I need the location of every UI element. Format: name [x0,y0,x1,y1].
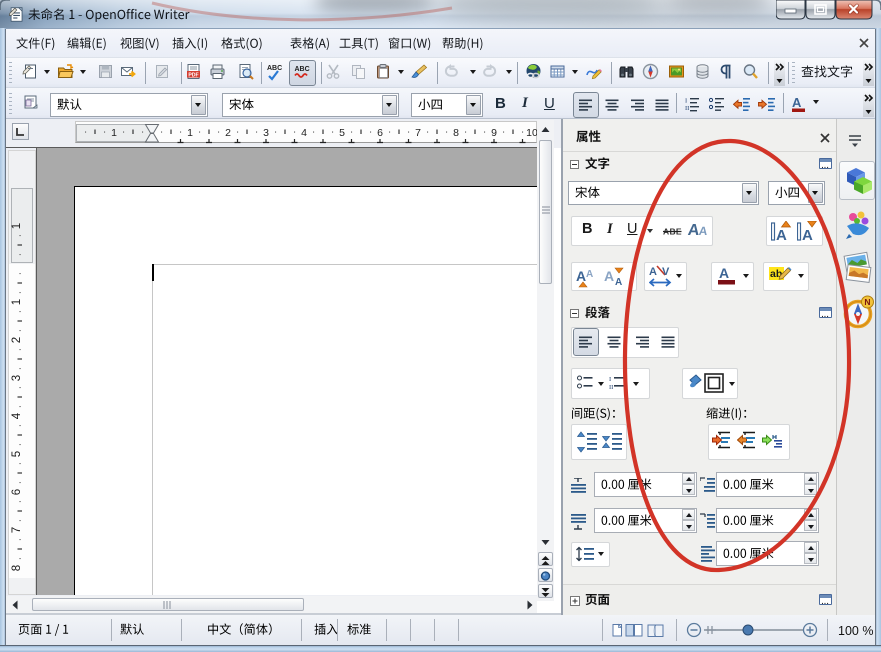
svg-text:A: A [615,277,622,288]
svg-text:V: V [662,266,670,278]
svg-text:6: 6 [377,127,383,139]
svg-text:1: 1 [11,223,23,229]
svg-text:1: 1 [187,127,193,139]
svg-text:8: 8 [453,127,459,139]
svg-text:3: 3 [11,375,23,381]
svg-text:8: 8 [11,565,23,571]
svg-text:ABC: ABC [295,66,310,73]
svg-text:A: A [586,269,593,280]
svg-text:6: 6 [11,489,23,495]
svg-text:A: A [698,224,708,238]
svg-text:II: II [685,105,689,112]
svg-text:10: 10 [526,127,537,139]
svg-text:N: N [864,297,870,307]
svg-text:II: II [609,384,613,391]
svg-text:A: A [776,227,787,243]
svg-text:A: A [604,268,614,284]
svg-text:7: 7 [415,127,421,139]
svg-text:ABC: ABC [267,65,282,72]
svg-text:2: 2 [225,127,231,139]
svg-text:A: A [576,268,586,284]
svg-text:5: 5 [339,127,345,139]
svg-text:5: 5 [11,451,23,457]
svg-text:7: 7 [11,527,23,533]
svg-text:4: 4 [301,127,307,139]
svg-text:A: A [719,265,729,281]
svg-text:A: A [802,227,813,243]
svg-text:9: 9 [491,127,497,139]
svg-text:I: I [609,376,611,383]
svg-text:A: A [792,95,802,110]
svg-text:I: I [685,98,687,105]
svg-text:3: 3 [263,127,269,139]
svg-text:PDF: PDF [188,72,198,78]
svg-text:2: 2 [11,337,23,343]
svg-text:1: 1 [111,127,117,139]
svg-text:1: 1 [11,299,23,305]
svg-text:A: A [649,266,657,278]
svg-text:4: 4 [11,412,23,419]
